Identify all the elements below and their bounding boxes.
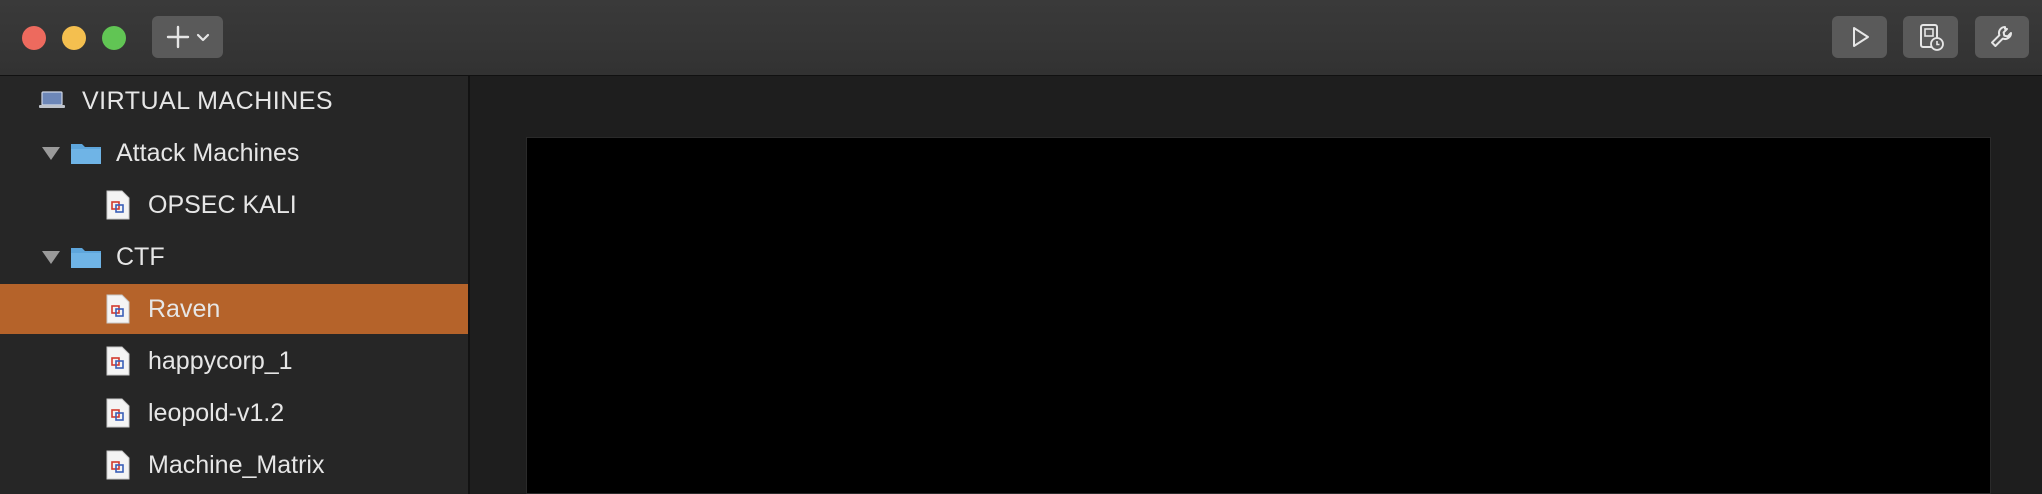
- sidebar-item-label: Machine_Matrix: [148, 450, 325, 479]
- plus-icon: [166, 25, 189, 49]
- chevron-down-icon: [196, 33, 209, 42]
- vm-file-icon: [106, 398, 130, 428]
- window-toolbar: [0, 0, 2042, 76]
- sidebar-group-attack-machines[interactable]: Attack Machines: [0, 128, 468, 178]
- vm-file-icon: [106, 346, 130, 376]
- sidebar-item-label: Raven: [148, 294, 221, 323]
- sidebar-item-leopold-v1-2[interactable]: leopold-v1.2: [0, 388, 468, 438]
- sidebar-item-opsec-kali[interactable]: OPSEC KALI: [0, 180, 468, 230]
- sidebar-group-label: Attack Machines: [116, 138, 300, 167]
- close-window-button[interactable]: [22, 26, 46, 50]
- disclosure-triangle-icon[interactable]: [42, 147, 60, 160]
- vm-file-icon: [106, 294, 130, 324]
- sidebar-item-label: leopold-v1.2: [148, 398, 285, 427]
- vm-screen-preview[interactable]: [526, 137, 1991, 494]
- sidebar-item-raven[interactable]: Raven: [0, 284, 468, 334]
- wrench-icon: [1991, 25, 2013, 47]
- sidebar-group-ctf[interactable]: CTF: [0, 232, 468, 282]
- sidebar-item-happycorp-1[interactable]: happycorp_1: [0, 336, 468, 386]
- folder-icon: [71, 248, 101, 268]
- sidebar-item-label: happycorp_1: [148, 346, 293, 375]
- vm-library-sidebar: VIRTUAL MACHINES Attack Machines OPSEC K…: [0, 76, 470, 494]
- vm-preview-pane: [470, 76, 2042, 494]
- run-vm-button[interactable]: [1832, 16, 1887, 58]
- sidebar-item-label: OPSEC KALI: [148, 190, 297, 219]
- add-machine-button[interactable]: [152, 16, 223, 58]
- minimize-window-button[interactable]: [62, 26, 86, 50]
- settings-button[interactable]: [1975, 16, 2029, 58]
- folder-icon: [71, 144, 101, 164]
- sidebar-header-label: VIRTUAL MACHINES: [82, 86, 334, 115]
- disclosure-triangle-icon[interactable]: [42, 251, 60, 264]
- vm-snapshot-icon: [1919, 24, 1944, 51]
- vm-file-icon: [106, 190, 130, 220]
- vm-file-icon: [106, 450, 130, 480]
- sidebar-header-virtual-machines: VIRTUAL MACHINES: [0, 76, 468, 126]
- vm-snapshot-button[interactable]: [1903, 16, 1958, 58]
- zoom-window-button[interactable]: [102, 26, 126, 50]
- play-icon: [1852, 27, 1869, 47]
- sidebar-item-machine-matrix[interactable]: Machine_Matrix: [0, 440, 468, 490]
- laptop-icon: [39, 91, 65, 108]
- sidebar-group-label: CTF: [116, 242, 165, 271]
